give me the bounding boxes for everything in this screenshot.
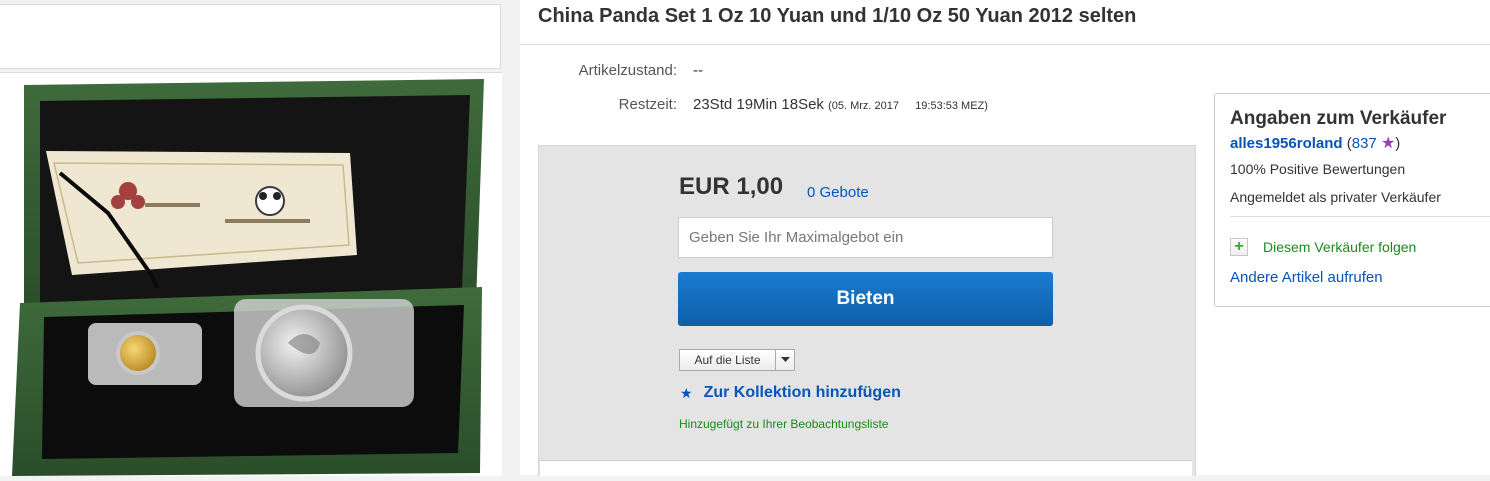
listing-title: China Panda Set 1 Oz 10 Yuan und 1/10 Oz…: [538, 5, 1137, 27]
rating-star-icon: ★: [1380, 135, 1396, 152]
score-close-paren: ): [1395, 135, 1401, 152]
watchlist-confirmation: Hinzugefügt zu Ihrer Beobachtungsliste: [679, 417, 889, 431]
bid-count-link[interactable]: 0 Gebote: [807, 184, 869, 201]
end-date: (05. Mrz. 2017: [828, 100, 900, 112]
condition-value: --: [693, 62, 703, 79]
bid-button[interactable]: Bieten: [678, 272, 1053, 326]
product-image[interactable]: [0, 72, 502, 476]
star-icon: ★: [680, 384, 693, 401]
caret-down-icon[interactable]: [776, 357, 794, 363]
seller-heading: Angaben zum Verkäufer: [1230, 108, 1447, 129]
seller-divider: [1230, 216, 1490, 217]
registered-as-private: Angemeldet als privater Verkäufer: [1230, 189, 1441, 205]
title-divider: [520, 44, 1490, 45]
other-items-link[interactable]: Andere Artikel aufrufen: [1230, 269, 1383, 286]
current-price: EUR 1,00: [679, 173, 784, 200]
time-left-value: 23Std 19Min 18Sek (05. Mrz. 2017 19:53:5…: [693, 96, 988, 113]
seller-name-row: alles1956roland (837 ★): [1230, 133, 1400, 153]
follow-seller-label[interactable]: Diesem Verkäufer folgen: [1263, 239, 1416, 255]
plus-icon[interactable]: +: [1230, 238, 1248, 256]
follow-seller-link[interactable]: + Diesem Verkäufer folgen: [1230, 238, 1416, 256]
add-to-collection-link[interactable]: ★ Zur Kollektion hinzufügen: [680, 384, 901, 402]
max-bid-input[interactable]: [678, 217, 1053, 258]
feedback-score-link[interactable]: 837: [1352, 135, 1377, 152]
time-left-countdown: 23Std 19Min 18Sek: [693, 96, 824, 113]
watchlist-button-label[interactable]: Auf die Liste: [680, 350, 776, 370]
time-left-label: Restzeit:: [618, 96, 677, 113]
watchlist-button[interactable]: Auf die Liste: [679, 349, 795, 371]
seller-name-link[interactable]: alles1956roland: [1230, 135, 1343, 152]
positive-feedback: 100% Positive Bewertungen: [1230, 161, 1406, 177]
condition-label: Artikelzustand:: [578, 62, 677, 79]
coin-box-photo: [0, 73, 502, 476]
breadcrumb-area: [0, 4, 501, 69]
bid-box-footer: [540, 460, 1192, 476]
add-to-collection-label[interactable]: Zur Kollektion hinzufügen: [704, 384, 901, 402]
end-time: 19:53:53 MEZ): [915, 100, 988, 112]
